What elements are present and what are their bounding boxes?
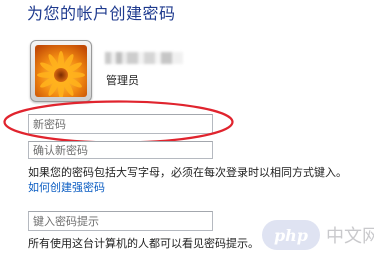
account-name-blurred bbox=[105, 52, 183, 64]
strong-password-help-link[interactable]: 如何创建强密码 bbox=[28, 179, 105, 195]
hint-visibility-note: 所有使用这台计算机的人都可以看见密码提示。 bbox=[28, 237, 259, 250]
account-role-label: 管理员 bbox=[106, 74, 139, 87]
password-hint-input[interactable] bbox=[28, 211, 213, 231]
flower-avatar-image bbox=[35, 45, 87, 97]
page-title: 为您的帐户创建密码 bbox=[27, 4, 176, 23]
avatar bbox=[30, 40, 92, 102]
new-password-input[interactable] bbox=[28, 114, 213, 134]
create-password-window: 为您的帐户创建密码 管理员 如果您的密码包括大写字母，必须在每次登录时以相同方式… bbox=[0, 0, 374, 262]
confirm-password-input[interactable] bbox=[28, 141, 213, 159]
site-watermark: php 中文网 bbox=[262, 213, 374, 257]
watermark-text: 中文网 bbox=[326, 226, 374, 247]
uppercase-note: 如果您的密码包括大写字母，必须在每次登录时以相同方式键入。 bbox=[28, 166, 347, 179]
watermark-logo: php bbox=[262, 220, 320, 250]
